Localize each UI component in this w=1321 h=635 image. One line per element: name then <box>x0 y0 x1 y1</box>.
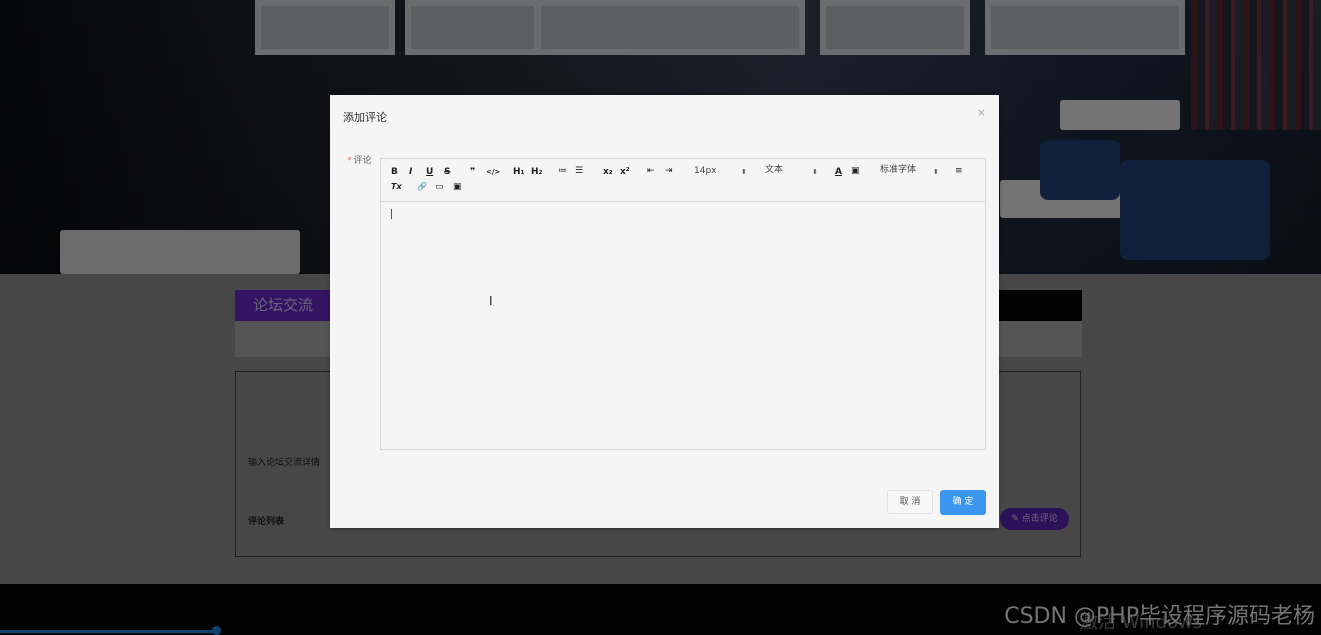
confirm-button[interactable]: 确 定 <box>940 490 986 515</box>
add-comment-dialog: 添加评论 × * 评论 B I U S ❞ </> H₁ H₂ ≔ ☰ x₂ x²… <box>330 95 999 528</box>
ibeam-cursor-icon: I <box>489 294 493 308</box>
rich-text-editor: B I U S ❞ </> H₁ H₂ ≔ ☰ x₂ x² ⇤ ⇥ 14px ⬍… <box>380 158 986 450</box>
ordered-list-button[interactable]: ≔ <box>558 165 567 177</box>
align-button[interactable]: ≡ <box>955 165 963 177</box>
underline-button[interactable]: U <box>426 166 433 178</box>
font-select-value: 标准字体 <box>880 165 917 175</box>
strike-button[interactable]: S <box>444 166 450 178</box>
editor-content-area[interactable]: I <box>381 201 985 449</box>
select-arrow-icon: ⬍ <box>741 168 747 176</box>
h2-button[interactable]: H₂ <box>531 166 542 178</box>
background-color-button[interactable]: ▣ <box>851 165 860 177</box>
cancel-button[interactable]: 取 消 <box>887 490 933 514</box>
subscript-button[interactable]: x₂ <box>603 166 613 178</box>
close-icon[interactable]: × <box>977 106 986 119</box>
dialog-title: 添加评论 <box>343 111 387 124</box>
required-mark: * <box>347 156 352 166</box>
clean-format-button[interactable]: Tx <box>391 181 402 193</box>
text-color-button[interactable]: A <box>835 166 842 178</box>
bullet-list-button[interactable]: ☰ <box>575 165 583 177</box>
h1-button[interactable]: H₁ <box>513 166 524 178</box>
text-caret <box>391 209 392 219</box>
link-icon[interactable]: 🔗 <box>417 181 427 193</box>
select-arrow-icon: ⬍ <box>812 168 818 176</box>
editor-toolbar: B I U S ❞ </> H₁ H₂ ≔ ☰ x₂ x² ⇤ ⇥ 14px ⬍… <box>381 159 985 202</box>
size-select[interactable]: 14px ⬍ <box>694 165 749 177</box>
size-select-value: 14px <box>694 166 717 176</box>
outdent-button[interactable]: ⇤ <box>647 165 655 177</box>
bold-button[interactable]: B <box>391 166 398 178</box>
video-icon[interactable]: ▣ <box>453 181 462 193</box>
code-block-button[interactable]: </> <box>486 166 500 178</box>
comment-field-label-text: 评论 <box>353 156 372 166</box>
indent-button[interactable]: ⇥ <box>665 165 673 177</box>
header-select-value: 文本 <box>765 165 784 175</box>
blockquote-button[interactable]: ❞ <box>470 166 475 178</box>
superscript-button[interactable]: x² <box>620 166 630 178</box>
select-arrow-icon: ⬍ <box>933 168 939 176</box>
image-icon[interactable]: ▭ <box>435 181 444 193</box>
italic-button[interactable]: I <box>409 166 412 178</box>
font-select[interactable]: 标准字体 ⬍ <box>880 164 942 176</box>
header-select[interactable]: 文本 ⬍ <box>765 164 820 176</box>
comment-field-label: * 评论 <box>347 153 372 166</box>
